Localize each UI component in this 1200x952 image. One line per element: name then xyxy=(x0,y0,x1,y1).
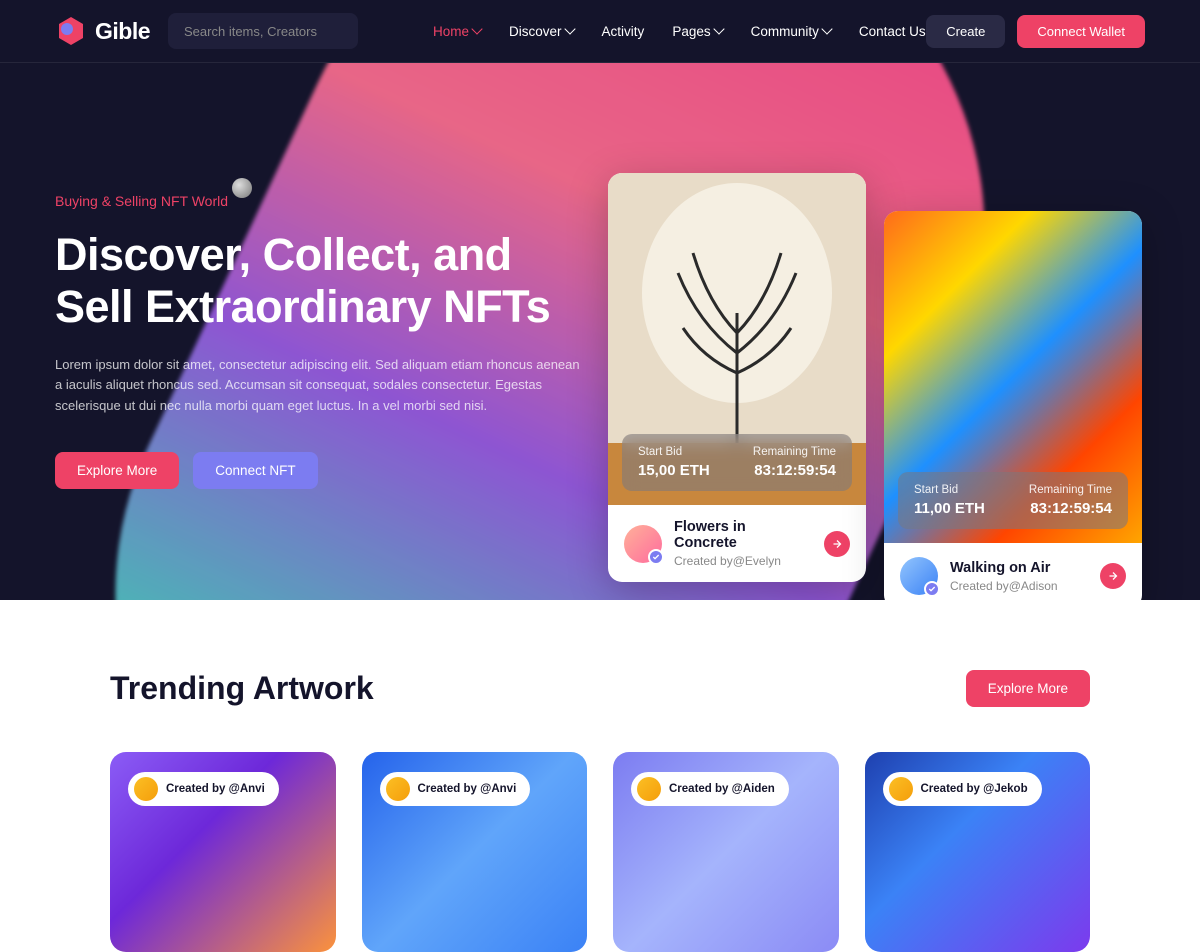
bid-value: 11,00 ETH xyxy=(914,500,985,517)
arrow-button[interactable] xyxy=(1100,563,1126,589)
logo[interactable]: Gible xyxy=(55,15,150,47)
trend-creator-pill: Created by @Anvi xyxy=(128,772,279,806)
create-button[interactable]: Create xyxy=(926,15,1005,48)
nft-footer: Walking on Air Created by@Adison xyxy=(884,543,1142,600)
trending-explore-button[interactable]: Explore More xyxy=(966,670,1090,707)
avatar xyxy=(386,777,410,801)
remaining-time-label: Remaining Time xyxy=(753,446,836,458)
chevron-down-icon xyxy=(564,23,575,34)
chevron-down-icon xyxy=(713,23,724,34)
chevron-down-icon xyxy=(821,23,832,34)
trend-creator-text: Created by @Anvi xyxy=(418,783,517,795)
hero-cards: Start Bid 15,00 ETH Remaining Time 83:12… xyxy=(608,173,1142,600)
hero-eyebrow: Buying & Selling NFT World xyxy=(55,193,585,209)
chevron-down-icon xyxy=(471,23,482,34)
nav-activity[interactable]: Activity xyxy=(602,24,645,39)
avatar xyxy=(900,557,938,595)
trend-card[interactable]: Created by @Jekob xyxy=(865,752,1091,952)
verified-badge-icon xyxy=(924,581,940,597)
bid-box: Start Bid 15,00 ETH Remaining Time 83:12… xyxy=(622,434,852,491)
search-box[interactable] xyxy=(168,13,358,49)
verified-badge-icon xyxy=(648,549,664,565)
search-input[interactable] xyxy=(184,24,360,39)
nav-home[interactable]: Home xyxy=(433,24,481,39)
nav: Home Discover Activity Pages Community C… xyxy=(433,24,926,39)
trend-card[interactable]: Created by @Anvi xyxy=(110,752,336,952)
connect-wallet-button[interactable]: Connect Wallet xyxy=(1017,15,1145,48)
hero-content: Buying & Selling NFT World Discover, Col… xyxy=(55,63,585,489)
nft-creator: Created by@Adison xyxy=(950,579,1088,593)
trend-creator-pill: Created by @Jekob xyxy=(883,772,1042,806)
nft-title: Flowers in Concrete xyxy=(674,519,812,551)
avatar xyxy=(624,525,662,563)
start-bid-label: Start Bid xyxy=(638,446,710,458)
nav-discover[interactable]: Discover xyxy=(509,24,574,39)
nft-image: Start Bid 11,00 ETH Remaining Time 83:12… xyxy=(884,211,1142,543)
explore-more-button[interactable]: Explore More xyxy=(55,452,179,489)
nft-card[interactable]: Start Bid 11,00 ETH Remaining Time 83:12… xyxy=(884,211,1142,600)
arrow-button[interactable] xyxy=(824,531,850,557)
bid-box: Start Bid 11,00 ETH Remaining Time 83:12… xyxy=(898,472,1128,529)
avatar xyxy=(134,777,158,801)
trending-header: Trending Artwork Explore More xyxy=(110,670,1090,707)
hero-title: Discover, Collect, and Sell Extraordinar… xyxy=(55,229,585,333)
nft-footer: Flowers in Concrete Created by@Evelyn xyxy=(608,505,866,582)
nav-community[interactable]: Community xyxy=(751,24,831,39)
trending-grid: Created by @Anvi Created by @Anvi Create… xyxy=(110,752,1090,952)
trending-section: Trending Artwork Explore More Created by… xyxy=(0,600,1200,952)
arrow-right-icon xyxy=(1107,570,1119,582)
nav-contact[interactable]: Contact Us xyxy=(859,24,926,39)
hero-description: Lorem ipsum dolor sit amet, consectetur … xyxy=(55,355,585,417)
trend-card[interactable]: Created by @Anvi xyxy=(362,752,588,952)
hero: Buying & Selling NFT World Discover, Col… xyxy=(0,63,1200,600)
nft-card[interactable]: Start Bid 15,00 ETH Remaining Time 83:12… xyxy=(608,173,866,582)
remaining-time-value: 83:12:59:54 xyxy=(753,462,836,479)
logo-text: Gible xyxy=(95,18,150,45)
avatar xyxy=(889,777,913,801)
nft-image: Start Bid 15,00 ETH Remaining Time 83:12… xyxy=(608,173,866,505)
trend-creator-pill: Created by @Aiden xyxy=(631,772,789,806)
nav-pages[interactable]: Pages xyxy=(672,24,722,39)
trend-creator-text: Created by @Jekob xyxy=(921,783,1028,795)
nft-creator: Created by@Evelyn xyxy=(674,554,812,568)
bid-value: 15,00 ETH xyxy=(638,462,710,479)
trend-creator-text: Created by @Anvi xyxy=(166,783,265,795)
header: Gible Home Discover Activity Pages Commu… xyxy=(0,0,1200,63)
trend-creator-pill: Created by @Anvi xyxy=(380,772,531,806)
trending-title: Trending Artwork xyxy=(110,670,374,707)
hero-buttons: Explore More Connect NFT xyxy=(55,452,585,489)
remaining-time-value: 83:12:59:54 xyxy=(1029,500,1112,517)
start-bid-label: Start Bid xyxy=(914,484,985,496)
arrow-right-icon xyxy=(831,538,843,550)
remaining-time-label: Remaining Time xyxy=(1029,484,1112,496)
logo-icon xyxy=(55,15,87,47)
header-actions: Create Connect Wallet xyxy=(926,15,1145,48)
trend-creator-text: Created by @Aiden xyxy=(669,783,775,795)
avatar xyxy=(637,777,661,801)
nft-title: Walking on Air xyxy=(950,560,1088,576)
connect-nft-button[interactable]: Connect NFT xyxy=(193,452,317,489)
trend-card[interactable]: Created by @Aiden xyxy=(613,752,839,952)
